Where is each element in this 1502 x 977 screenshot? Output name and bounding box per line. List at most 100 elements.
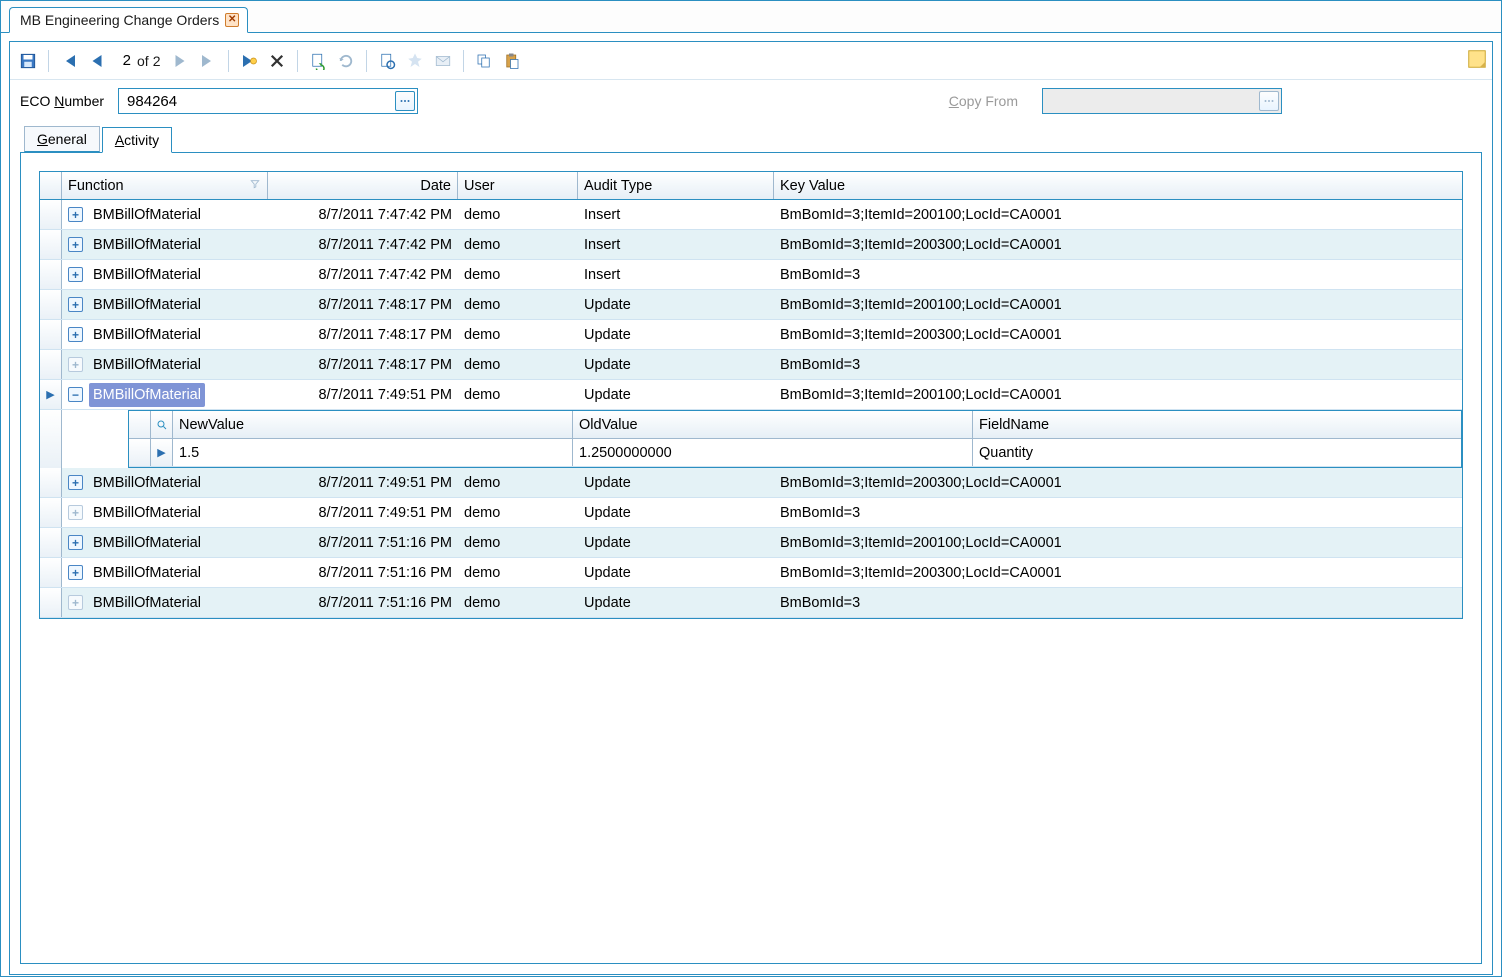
table-row[interactable]: +BMBillOfMaterial8/7/2011 7:51:16 PMdemo… [40,558,1462,588]
notes-flag-icon[interactable] [1466,48,1488,70]
function-value: BMBillOfMaterial [89,383,205,407]
pager-current-input[interactable] [117,51,133,71]
form-row: ECO Number Copy From [10,80,1492,124]
last-record-icon[interactable] [196,49,220,73]
copy-from-label: Copy From [949,93,1018,109]
row-handle[interactable]: ▶ [40,380,62,409]
refresh-icon[interactable] [306,49,330,73]
cell-audit-type: Update [578,320,774,349]
eco-number-input-combo[interactable] [118,88,418,114]
cell-user: demo [458,260,578,289]
delete-icon[interactable] [265,49,289,73]
expand-icon[interactable]: + [68,327,83,342]
row-handle[interactable] [40,498,62,527]
search-icon[interactable] [151,411,173,438]
row-indicator-icon: ▶ [46,388,54,401]
cell-function: +BMBillOfMaterial [62,558,268,587]
grid-header-audit-type[interactable]: Audit Type [578,172,774,199]
prev-record-icon[interactable] [85,49,109,73]
function-value: BMBillOfMaterial [89,591,205,615]
cell-function: +BMBillOfMaterial [62,200,268,229]
grid-header-key-value[interactable]: Key Value [774,172,1462,199]
table-row[interactable]: +BMBillOfMaterial8/7/2011 7:48:17 PMdemo… [40,290,1462,320]
sub-table-row[interactable]: ▶1.51.2500000000Quantity [129,439,1461,467]
table-row[interactable]: +BMBillOfMaterial8/7/2011 7:51:16 PMdemo… [40,528,1462,558]
row-handle[interactable] [40,350,62,379]
first-record-icon[interactable] [57,49,81,73]
new-record-icon[interactable] [237,49,261,73]
activity-grid[interactable]: Function Date User Audit Type Key Value … [39,171,1463,619]
row-handle[interactable] [40,200,62,229]
expand-icon[interactable]: + [68,565,83,580]
copy-icon[interactable] [472,49,496,73]
eco-number-lookup-button[interactable] [395,91,415,111]
expand-icon[interactable]: + [68,297,83,312]
sub-grid[interactable]: NewValueOldValueFieldName▶1.51.250000000… [128,410,1462,468]
cell-function: +BMBillOfMaterial [62,350,268,379]
row-handle[interactable] [40,230,62,259]
save-icon[interactable] [16,49,40,73]
expand-icon[interactable]: + [68,357,83,372]
expand-icon[interactable]: + [68,237,83,252]
sub-header-oldvalue[interactable]: OldValue [573,411,973,438]
next-record-icon[interactable] [168,49,192,73]
table-row[interactable]: +BMBillOfMaterial8/7/2011 7:47:42 PMdemo… [40,260,1462,290]
table-row[interactable]: +BMBillOfMaterial8/7/2011 7:49:51 PMdemo… [40,498,1462,528]
row-handle[interactable] [40,468,62,497]
table-row[interactable]: +BMBillOfMaterial8/7/2011 7:48:17 PMdemo… [40,320,1462,350]
tab-general[interactable]: General [24,126,100,152]
expand-icon[interactable]: + [68,505,83,520]
copy-from-lookup-button [1259,91,1279,111]
expand-icon[interactable]: + [68,267,83,282]
undo-icon[interactable] [334,49,358,73]
table-row[interactable]: +BMBillOfMaterial8/7/2011 7:51:16 PMdemo… [40,588,1462,618]
table-row[interactable]: +BMBillOfMaterial8/7/2011 7:48:17 PMdemo… [40,350,1462,380]
cell-user: demo [458,230,578,259]
row-handle[interactable] [40,558,62,587]
apply-icon[interactable] [403,49,427,73]
expand-icon[interactable]: + [68,207,83,222]
app-window: MB Engineering Change Orders ✕ of 2 [0,0,1502,977]
expand-icon[interactable]: + [68,475,83,490]
row-handle[interactable] [40,588,62,617]
collapse-icon[interactable]: − [68,387,83,402]
cell-function: +BMBillOfMaterial [62,260,268,289]
print-preview-icon[interactable] [375,49,399,73]
grid-header-date[interactable]: Date [268,172,458,199]
pager-of-label: of [137,53,149,69]
grid-header-function[interactable]: Function [62,172,268,199]
expand-icon[interactable]: + [68,595,83,610]
cell-key-value: BmBomId=3;ItemId=200100;LocId=CA0001 [774,290,1462,319]
row-handle[interactable] [40,528,62,557]
table-row[interactable]: +BMBillOfMaterial8/7/2011 7:47:42 PMdemo… [40,230,1462,260]
row-handle[interactable] [40,320,62,349]
cell-user: demo [458,468,578,497]
row-handle[interactable] [40,290,62,319]
grid-header-user[interactable]: User [458,172,578,199]
paste-icon[interactable] [500,49,524,73]
row-handle[interactable] [40,260,62,289]
grid-header-corner[interactable] [40,172,62,199]
cell-audit-type: Insert [578,230,774,259]
cell-date: 8/7/2011 7:47:42 PM [268,230,458,259]
cell-key-value: BmBomId=3 [774,260,1462,289]
sub-row-handle[interactable] [129,439,151,466]
mail-icon[interactable] [431,49,455,73]
function-value: BMBillOfMaterial [89,531,205,555]
sub-header-newvalue[interactable]: NewValue [173,411,573,438]
cell-audit-type: Insert [578,260,774,289]
table-row[interactable]: ▶−BMBillOfMaterial8/7/2011 7:49:51 PMdem… [40,380,1462,410]
table-row[interactable]: +BMBillOfMaterial8/7/2011 7:49:51 PMdemo… [40,468,1462,498]
sub-grid-wrap: NewValueOldValueFieldName▶1.51.250000000… [40,410,1462,468]
table-row[interactable]: +BMBillOfMaterial8/7/2011 7:47:42 PMdemo… [40,200,1462,230]
eco-number-input[interactable] [119,89,395,113]
sub-header-fieldname[interactable]: FieldName [973,411,1461,438]
close-tab-icon[interactable]: ✕ [225,13,239,27]
filter-icon[interactable] [249,176,261,192]
sub-header-corner[interactable] [129,411,151,438]
expand-icon[interactable]: + [68,535,83,550]
cell-key-value: BmBomId=3;ItemId=200300;LocId=CA0001 [774,558,1462,587]
document-tab[interactable]: MB Engineering Change Orders ✕ [9,7,248,33]
tab-activity[interactable]: Activity [102,127,172,153]
function-value: BMBillOfMaterial [89,323,205,347]
